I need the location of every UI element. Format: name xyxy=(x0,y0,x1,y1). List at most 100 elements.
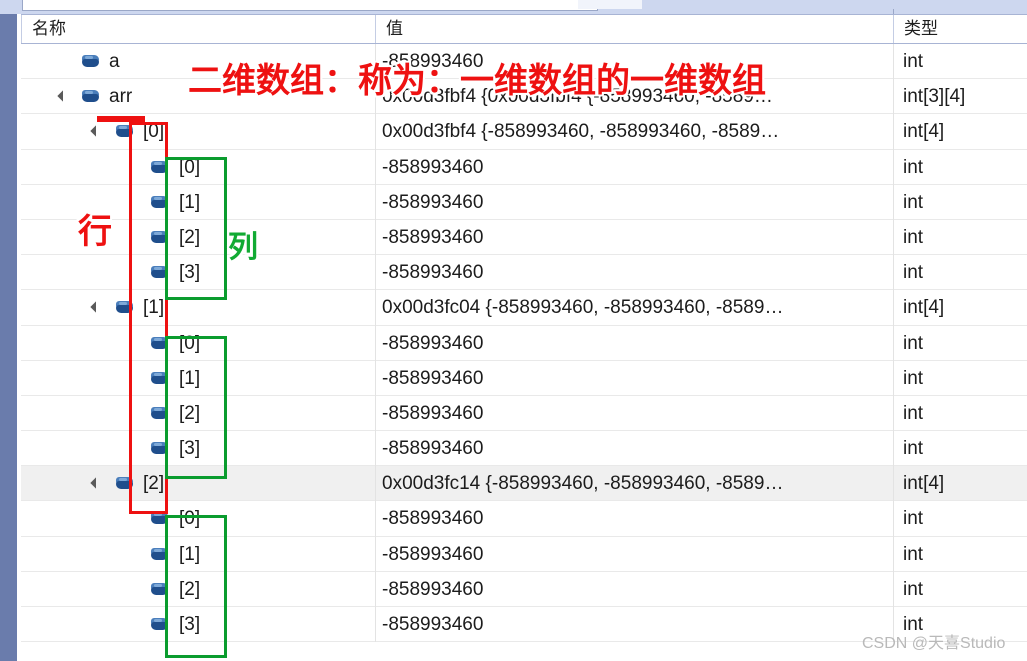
variable-box-icon xyxy=(151,442,168,455)
cell-value[interactable]: -858993460 xyxy=(375,325,893,361)
cell-type: int xyxy=(893,431,1027,467)
variable-box-icon xyxy=(82,90,99,103)
cell-value[interactable]: -858993460 xyxy=(375,431,893,467)
cell-type: int xyxy=(893,571,1027,607)
variable-box-icon xyxy=(151,160,168,174)
variable-box-icon xyxy=(151,371,168,385)
table-row[interactable]: [0] 0x00d3fbf4 {-858993460, -858993460, -… xyxy=(21,114,1027,150)
variable-name-label: [3] xyxy=(179,438,201,460)
cell-name[interactable]: a xyxy=(21,44,375,79)
cell-name[interactable]: [2] xyxy=(21,220,375,255)
cell-name[interactable]: [0] xyxy=(21,326,375,361)
cell-name[interactable]: [1] xyxy=(21,290,375,325)
cell-value[interactable]: -858993460 xyxy=(375,607,893,643)
cell-type: int xyxy=(893,325,1027,361)
expander-triangle-icon[interactable] xyxy=(57,90,69,102)
variable-name-label: [3] xyxy=(179,262,201,284)
table-row[interactable]: [3] -858993460 int xyxy=(21,255,1027,291)
cell-name[interactable]: [0] xyxy=(21,501,375,536)
cell-name[interactable]: [1] xyxy=(21,537,375,572)
table-row[interactable]: [0] -858993460 int xyxy=(21,149,1027,185)
cell-type: int[3][4] xyxy=(893,79,1027,115)
cell-name[interactable]: [0] xyxy=(21,150,375,185)
cell-name[interactable]: arr xyxy=(21,79,375,114)
cell-name[interactable]: [3] xyxy=(21,607,375,642)
cell-type: int xyxy=(893,501,1027,537)
cell-value[interactable]: 0x00d3fc14 {-858993460, -858993460, -858… xyxy=(375,466,893,502)
variable-box-icon xyxy=(116,301,133,314)
cell-value[interactable]: 0x00d3fbf4 {-858993460, -858993460, -858… xyxy=(375,114,893,150)
column-header-type[interactable]: 类型 xyxy=(893,15,1027,43)
variable-name-label: [1] xyxy=(179,191,201,213)
table-row[interactable]: [2] -858993460 int xyxy=(21,395,1027,432)
variable-name-label: [1] xyxy=(179,543,201,565)
variable-name-label: [2] xyxy=(143,473,165,495)
cell-value[interactable]: 0x00d3fc04 {-858993460, -858993460, -858… xyxy=(375,290,893,326)
cell-name[interactable]: [1] xyxy=(21,185,375,220)
column-header-value[interactable]: 值 xyxy=(375,15,893,43)
variable-box-icon xyxy=(151,266,168,279)
cell-name[interactable]: [2] xyxy=(21,572,375,607)
cell-value[interactable]: -858993460 xyxy=(375,149,893,185)
debugger-watch-window: 名称 值 类型 a -858993460 int arr 0x00d3fbf4 {0x0… xyxy=(0,0,1027,661)
variable-name-label: [2] xyxy=(179,226,201,248)
cell-value[interactable]: -858993460 xyxy=(375,536,893,572)
cell-value[interactable]: 0x00d3fbf4 {0x00d3fbf4 {-858993460, -858… xyxy=(375,79,893,115)
variable-box-icon xyxy=(151,230,168,244)
variable-name-label: [3] xyxy=(179,614,201,635)
cell-value[interactable]: -858993460 xyxy=(375,184,893,220)
variable-box-icon xyxy=(116,477,133,490)
table-row[interactable]: [1] -858993460 int xyxy=(21,536,1027,572)
variable-name-label: [2] xyxy=(179,578,201,600)
cell-type: int[4] xyxy=(893,290,1027,326)
variable-name-label: [1] xyxy=(179,367,201,389)
cell-type: int xyxy=(893,360,1027,396)
cell-value[interactable]: -858993460 xyxy=(375,501,893,537)
table-row[interactable]: a -858993460 int xyxy=(21,44,1027,80)
variable-name-label: a xyxy=(109,51,120,72)
variable-name-label: [0] xyxy=(179,156,201,178)
table-row[interactable]: [1] -858993460 int xyxy=(21,360,1027,396)
variable-box-icon xyxy=(151,547,168,561)
search-input[interactable] xyxy=(22,0,598,11)
variable-name-label: [0] xyxy=(179,508,201,530)
variable-box-icon xyxy=(151,406,168,420)
toolbar-button[interactable] xyxy=(578,0,642,9)
cell-value[interactable]: -858993460 xyxy=(375,395,893,432)
cell-name[interactable]: [2] xyxy=(21,466,375,501)
cell-type: int xyxy=(893,255,1027,291)
expander-triangle-icon[interactable] xyxy=(90,477,102,489)
variable-box-icon xyxy=(151,618,168,631)
table-row[interactable]: [0] -858993460 int xyxy=(21,325,1027,361)
cell-type: int xyxy=(893,607,1027,643)
cell-value[interactable]: -858993460 xyxy=(375,219,893,256)
cell-value[interactable]: -858993460 xyxy=(375,44,893,80)
toolbar-strip xyxy=(0,0,1027,14)
cell-name[interactable]: [3] xyxy=(21,255,375,290)
cell-value[interactable]: -858993460 xyxy=(375,360,893,396)
table-row[interactable]: [2] -858993460 int xyxy=(21,571,1027,607)
table-row[interactable]: [0] -858993460 int xyxy=(21,501,1027,537)
cell-type: int[4] xyxy=(893,466,1027,502)
expander-triangle-icon[interactable] xyxy=(90,301,102,313)
cell-value[interactable]: -858993460 xyxy=(375,571,893,607)
table-row[interactable]: [1] -858993460 int xyxy=(21,184,1027,220)
table-row[interactable]: [3] -858993460 int xyxy=(21,607,1027,643)
grid-body: a -858993460 int arr 0x00d3fbf4 {0x00d3fbf4 … xyxy=(21,44,1027,643)
cell-value[interactable]: -858993460 xyxy=(375,255,893,291)
expander-triangle-icon[interactable] xyxy=(90,125,102,138)
cell-name[interactable]: [0] xyxy=(21,114,375,149)
cell-name[interactable]: [1] xyxy=(21,361,375,396)
variable-box-icon xyxy=(151,336,168,350)
cell-name[interactable]: [3] xyxy=(21,431,375,466)
window-left-accent-bar xyxy=(0,14,17,661)
table-row[interactable]: [1] 0x00d3fc04 {-858993460, -858993460, -… xyxy=(21,290,1027,326)
watch-grid: 名称 值 类型 a -858993460 int arr 0x00d3fbf4 {0x0… xyxy=(21,14,1027,661)
table-row[interactable]: arr 0x00d3fbf4 {0x00d3fbf4 {-858993460, -… xyxy=(21,79,1027,115)
cell-name[interactable]: [2] xyxy=(21,396,375,431)
table-row[interactable]: [2] -858993460 int xyxy=(21,219,1027,256)
table-row[interactable]: [2] 0x00d3fc14 {-858993460, -858993460, -… xyxy=(21,466,1027,502)
table-row[interactable]: [3] -858993460 int xyxy=(21,431,1027,467)
variable-name-label: arr xyxy=(109,86,133,108)
column-header-name[interactable]: 名称 xyxy=(21,15,375,43)
